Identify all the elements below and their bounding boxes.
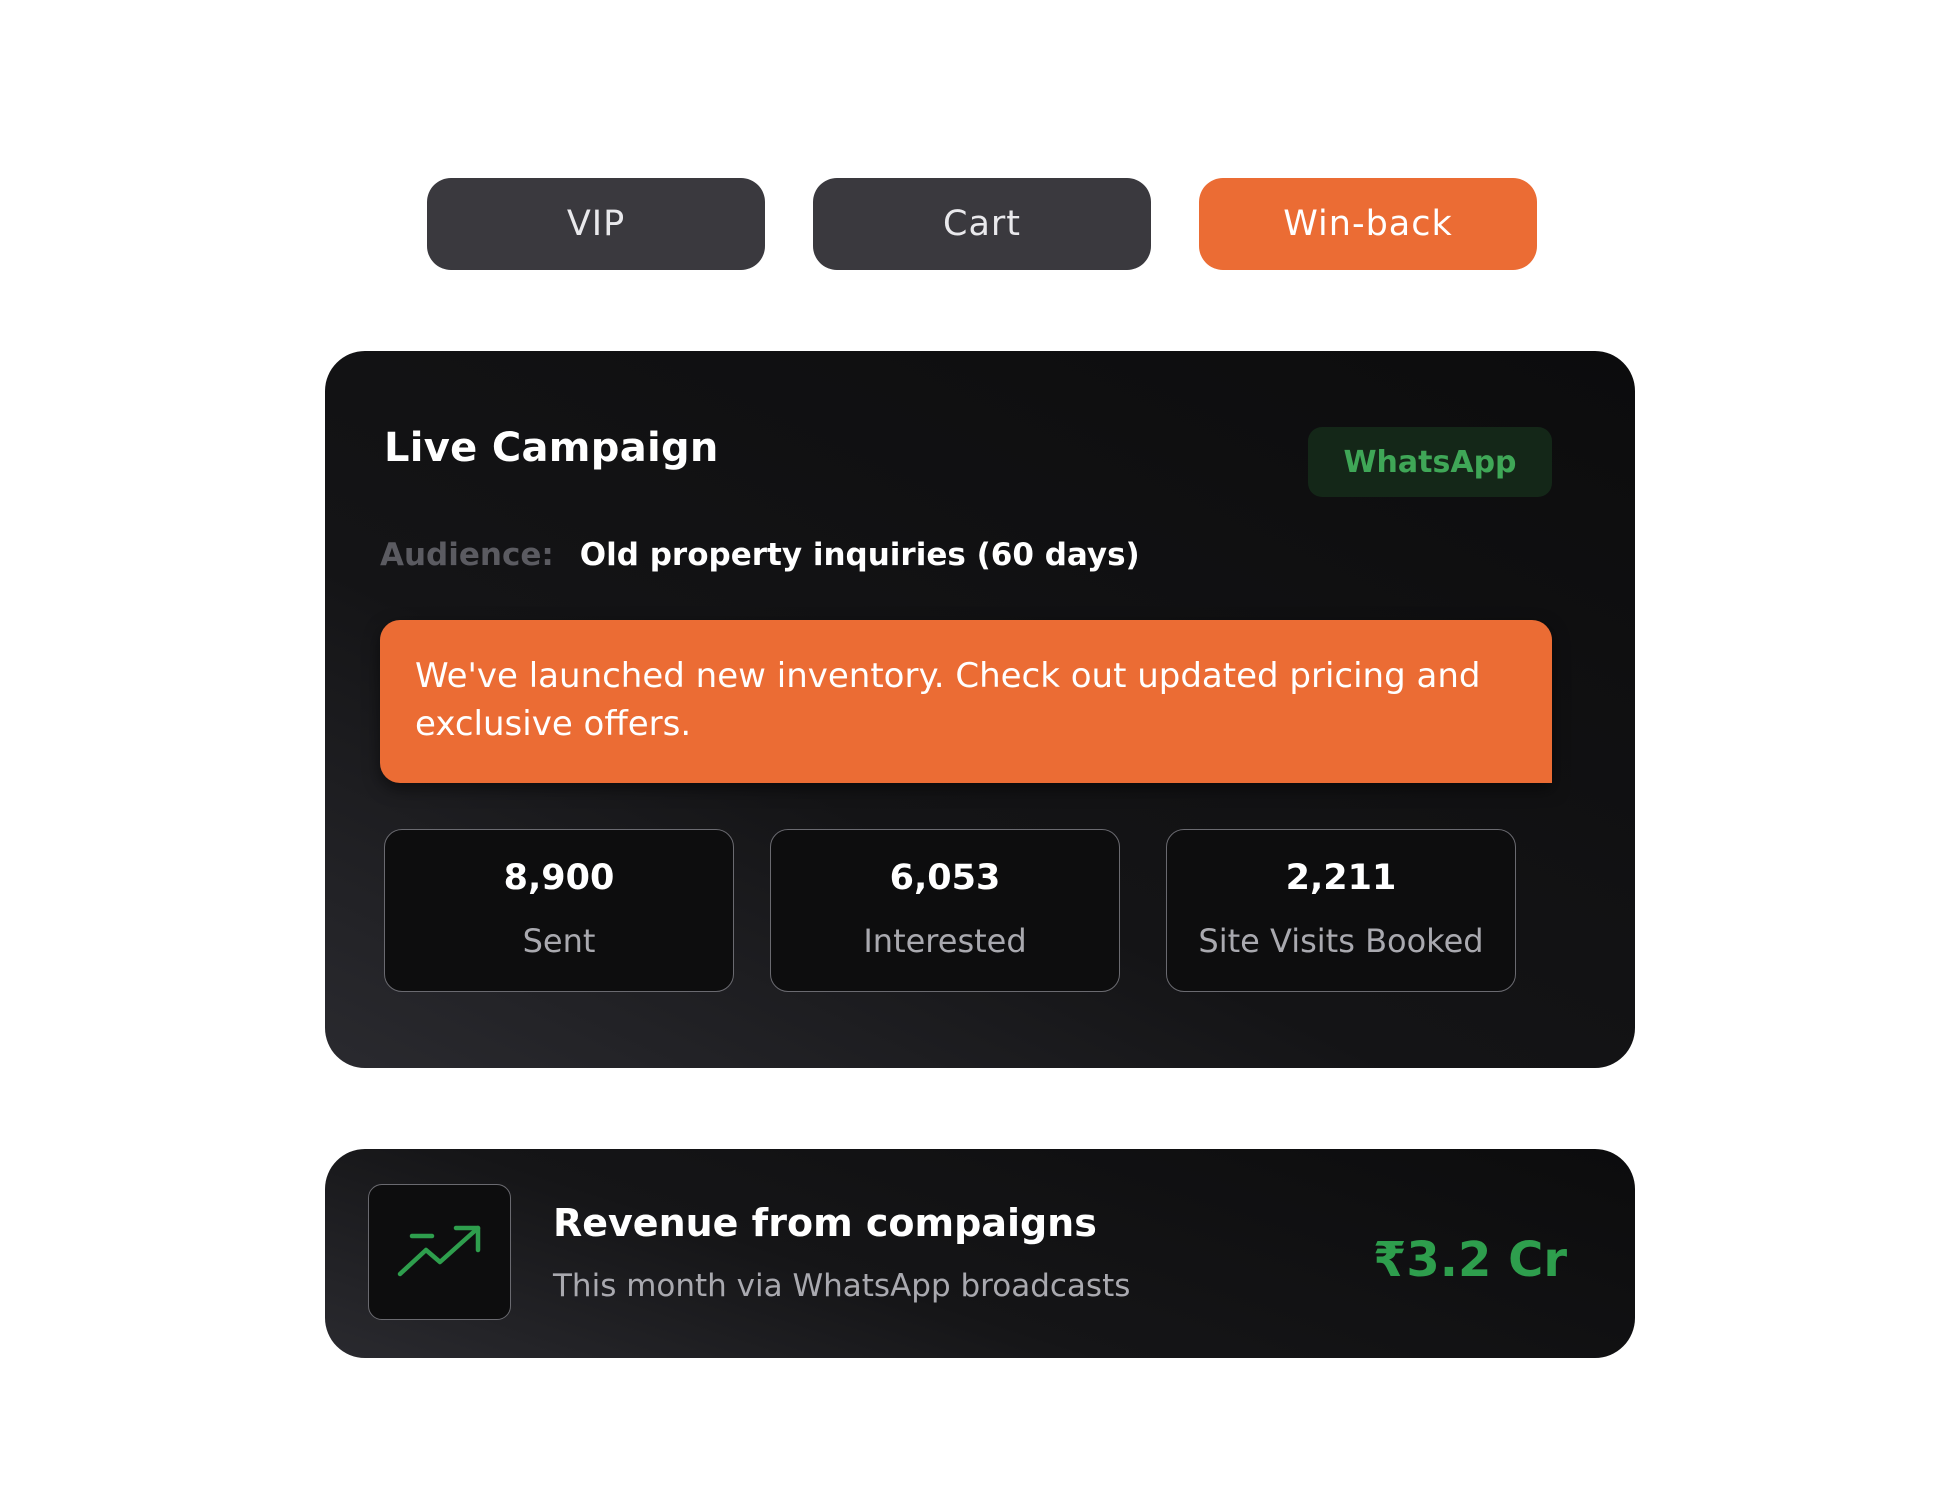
live-campaign-card: Live Campaign WhatsApp Audience: Old pro… — [325, 351, 1635, 1068]
segment-tabs: VIP Cart Win-back — [427, 178, 1537, 270]
campaign-stats: 8,900 Sent 6,053 Interested 2,211 Site V… — [384, 829, 1516, 992]
campaign-message: We've launched new inventory. Check out … — [380, 620, 1552, 783]
revenue-title: Revenue from compaigns — [553, 1201, 1097, 1245]
trending-up-icon — [397, 1225, 480, 1277]
revenue-icon-box — [368, 1184, 511, 1320]
channel-badge: WhatsApp — [1308, 427, 1552, 497]
audience-row: Audience: Old property inquiries (60 day… — [380, 537, 1140, 573]
tab-cart[interactable]: Cart — [813, 178, 1151, 270]
stat-label: Sent — [522, 922, 596, 960]
stat-value: 6,053 — [889, 858, 1001, 898]
stat-site-visits: 2,211 Site Visits Booked — [1166, 829, 1516, 992]
stat-value: 2,211 — [1285, 858, 1397, 898]
stat-label: Interested — [863, 922, 1027, 960]
audience-label: Audience: — [380, 537, 554, 573]
campaign-title: Live Campaign — [384, 425, 719, 471]
stat-value: 8,900 — [503, 858, 615, 898]
audience-value: Old property inquiries (60 days) — [579, 537, 1140, 573]
stat-label: Site Visits Booked — [1198, 922, 1484, 960]
stat-interested: 6,053 Interested — [770, 829, 1120, 992]
revenue-card: Revenue from compaigns This month via Wh… — [325, 1149, 1635, 1358]
revenue-subtitle: This month via WhatsApp broadcasts — [553, 1268, 1131, 1304]
stat-sent: 8,900 Sent — [384, 829, 734, 992]
revenue-amount: ₹3.2 Cr — [1372, 1232, 1567, 1288]
tab-win-back[interactable]: Win-back — [1199, 178, 1537, 270]
tab-vip[interactable]: VIP — [427, 178, 765, 270]
